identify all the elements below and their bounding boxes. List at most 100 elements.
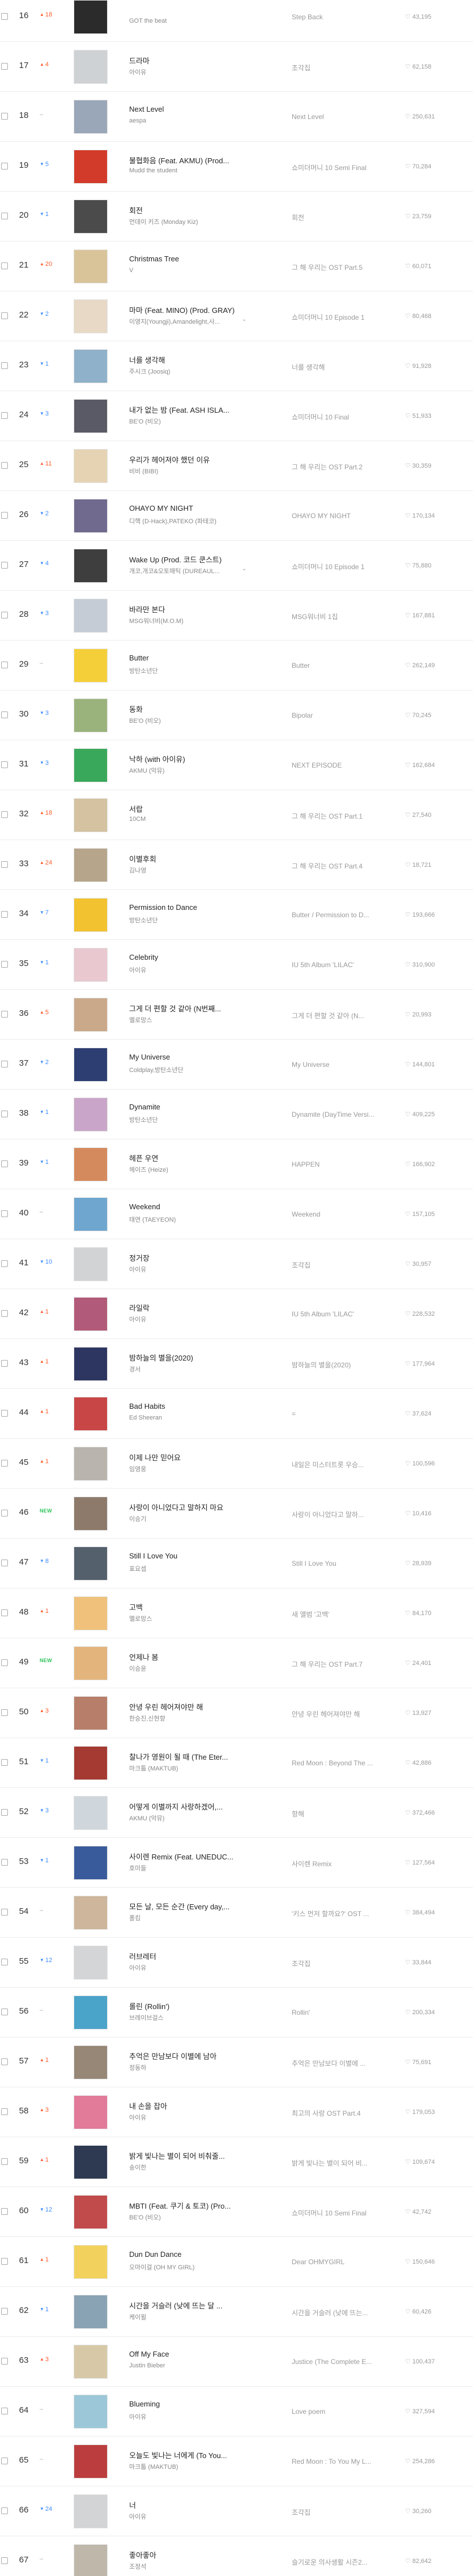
like-count[interactable]: ♡ 18,721 (405, 861, 432, 868)
song-title[interactable]: 동화 (129, 704, 248, 714)
album-name[interactable]: 밤하늘의 별을(2020) (292, 1360, 388, 1370)
chart-row[interactable]: 44 1 Bad Habits Ed Sheeran = ♡37,624 (0, 1389, 473, 1439)
heart-icon[interactable]: ♡ (405, 1211, 411, 1218)
song-title[interactable]: 좋아좋아 (129, 2549, 248, 2560)
chart-row[interactable]: 37 2 My Universe Coldplay,방탄소년단 My Universe ♡… (0, 1040, 473, 1090)
album-name[interactable]: 조각집 (292, 1260, 388, 1270)
select-checkbox[interactable] (1, 1260, 8, 1267)
like-count[interactable]: ♡ 23,759 (405, 213, 432, 220)
artist-name[interactable]: 아이유 (129, 1315, 248, 1324)
artist-name[interactable]: 오마이걸 (OH MY GIRL) (129, 2263, 248, 2272)
chart-row[interactable]: 201회전먼데이 키즈 (Monday Kiz)회전♡23,759 (0, 192, 473, 242)
album-art-thumbnail[interactable] (74, 2145, 108, 2179)
like-count[interactable]: ♡ 70,245 (405, 711, 432, 719)
heart-icon[interactable]: ♡ (405, 1161, 411, 1168)
chart-row[interactable]: 59 1 밝게 빛나는 별이 되어 비춰줄... 송이한 밝게 빛나는 별이 되어 비.… (0, 2137, 473, 2187)
select-checkbox[interactable] (1, 362, 8, 369)
heart-icon[interactable]: ♡ (405, 2159, 411, 2166)
chart-row[interactable]: 63 3 Off My Face Justin Bieber Justice (The … (0, 2337, 473, 2387)
select-checkbox[interactable] (1, 1111, 8, 1117)
song-title[interactable]: 라일락 (129, 1302, 248, 1313)
artist-name[interactable]: 멜로망스 (129, 1614, 248, 1623)
artist-name[interactable]: aespa (129, 117, 248, 124)
song-title[interactable]: 사랑이 아니었다고 말하지 마요 (129, 1502, 248, 1512)
song-title[interactable]: Weekend (129, 1202, 248, 1211)
heart-icon[interactable]: ♡ (405, 1610, 411, 1617)
like-count[interactable]: ♡ 20,993 (405, 1011, 432, 1018)
heart-icon[interactable]: ♡ (405, 1111, 411, 1118)
album-art-thumbnail[interactable] (74, 649, 108, 683)
album-art-thumbnail[interactable] (74, 848, 108, 882)
select-checkbox[interactable] (1, 2208, 8, 2215)
song-title[interactable]: 언제나 봄 (129, 1651, 248, 1662)
select-checkbox[interactable] (1, 2058, 8, 2065)
album-art-thumbnail[interactable] (74, 1497, 108, 1531)
chart-row[interactable]: 61 1 Dun Dun Dance 오마이걸 (OH MY GIRL) Dear OH… (0, 2237, 473, 2287)
chart-row[interactable]: 67 – 좋아좋아 조정석 슬기로운 의사생활 시즌2... ♡ 82,642 (0, 2536, 473, 2576)
song-title[interactable]: My Universe (129, 1053, 248, 1061)
select-checkbox[interactable] (1, 1809, 8, 1816)
select-checkbox[interactable] (1, 662, 8, 668)
artist-name[interactable]: MSG워너비(M.O.M) (129, 616, 248, 625)
chart-row[interactable]: 55 12 러브레터아이유 조각집 ♡33,844 (0, 1938, 473, 1988)
album-name[interactable]: My Universe (292, 1061, 388, 1069)
like-count[interactable]: ♡ 30,260 (405, 2507, 432, 2515)
select-checkbox[interactable] (1, 1909, 8, 1916)
like-count[interactable]: ♡ 10,416 (405, 1510, 432, 1517)
heart-icon[interactable]: ♡ (405, 313, 411, 320)
like-count[interactable]: ♡ 228,532 (405, 1310, 435, 1317)
album-art-thumbnail[interactable] (74, 349, 108, 383)
chart-row[interactable]: 38 1 Dynamite 방탄소년단 Dynamite (DayTime Versi.… (0, 1090, 473, 1139)
like-count[interactable]: ♡ 91,928 (405, 362, 432, 370)
album-name[interactable]: HAPPEN (292, 1160, 388, 1168)
song-title[interactable]: 밤하늘의 별을(2020) (129, 1352, 248, 1363)
select-checkbox[interactable] (1, 1659, 8, 1666)
album-name[interactable]: Dynamite (DayTime Versi... (292, 1111, 388, 1118)
artist-name[interactable]: 태연 (TAEYEON) (129, 1215, 248, 1224)
like-count[interactable]: ♡ 254,286 (405, 2458, 435, 2465)
artist-name[interactable]: GOT the beat (129, 18, 248, 24)
like-count[interactable]: ♡ 100,437 (405, 2358, 435, 2365)
heart-icon[interactable]: ♡ (405, 1560, 411, 1567)
select-checkbox[interactable] (1, 2009, 8, 2015)
artist-name[interactable]: 폴킴 (129, 1913, 248, 1922)
select-checkbox[interactable] (1, 512, 8, 519)
song-title[interactable]: Next Level (129, 105, 248, 113)
album-name[interactable]: 조각집 (292, 1959, 388, 1968)
album-name[interactable]: 회전 (292, 213, 388, 222)
album-art-thumbnail[interactable] (74, 1646, 108, 1680)
heart-icon[interactable]: ♡ (405, 2358, 411, 2365)
album-name[interactable]: Justice (The Complete E... (292, 2358, 388, 2366)
song-title[interactable]: 롤린 (Rollin') (129, 2001, 248, 2011)
heart-icon[interactable]: ♡ (405, 862, 411, 868)
like-count[interactable]: ♡ 372,466 (405, 1809, 435, 1816)
chart-row[interactable]: 41 10 정거장아이유 조각집 ♡30,957 (0, 1239, 473, 1289)
select-checkbox[interactable] (1, 2358, 8, 2365)
artist-name[interactable]: 마크툽 (MAKTUB) (129, 1764, 248, 1773)
song-title[interactable]: OHAYO MY NIGHT (129, 504, 248, 512)
chart-row[interactable]: 53 1 사이렌 Remix (Feat. UNEDUC...호미들 사이렌 Remi… (0, 1838, 473, 1888)
heart-icon[interactable]: ♡ (405, 912, 411, 918)
heart-icon[interactable]: ♡ (405, 812, 411, 819)
heart-icon[interactable]: ♡ (405, 1011, 411, 1018)
chart-row[interactable]: 35 1 Celebrity 아이유 IU 5th Album 'LILAC' ♡310,… (0, 940, 473, 990)
artist-name[interactable]: BE'O (비오) (129, 716, 248, 725)
song-title[interactable]: Butter (129, 654, 248, 662)
like-count[interactable]: ♡ 24,401 (405, 1659, 432, 1667)
album-name[interactable]: Butter (292, 662, 388, 670)
select-checkbox[interactable] (1, 811, 8, 818)
select-checkbox[interactable] (1, 63, 8, 70)
album-art-thumbnail[interactable] (74, 1048, 108, 1082)
artist-name[interactable]: 방탄소년단 (129, 1115, 248, 1124)
select-checkbox[interactable] (1, 1160, 8, 1167)
select-checkbox[interactable] (1, 761, 8, 768)
heart-icon[interactable]: ♡ (405, 1660, 411, 1667)
song-title[interactable]: Off My Face (129, 2350, 248, 2358)
select-checkbox[interactable] (1, 711, 8, 718)
chart-row[interactable]: 36 5 그게 더 편할 것 같아 (N번째...멜로망스 그게 더 편할 것 같아 … (0, 990, 473, 1040)
like-count[interactable]: ♡ 150,646 (405, 2258, 435, 2265)
album-art-thumbnail[interactable] (74, 1147, 108, 1181)
chart-row[interactable]: 17 4 드라마아이유 조각집 ♡62,158 (0, 42, 473, 92)
artist-name[interactable]: 표요셉 (129, 1564, 248, 1573)
artist-name[interactable]: 김나영 (129, 866, 248, 875)
